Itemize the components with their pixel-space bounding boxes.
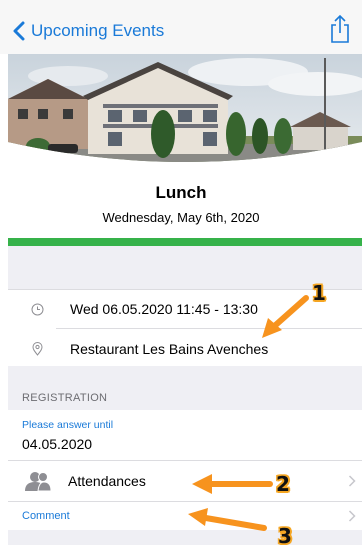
spacer-section bbox=[8, 246, 362, 290]
registration-header: REGISTRATION bbox=[22, 392, 108, 404]
comment-label: Comment bbox=[22, 510, 70, 522]
people-icon bbox=[25, 472, 52, 491]
event-date: Wednesday, May 6th, 2020 bbox=[102, 210, 260, 225]
back-button-label: Upcoming Events bbox=[31, 21, 165, 40]
attendances-label: Attendances bbox=[68, 473, 146, 489]
time-row: Wed 06.05.2020 11:45 - 13:30 bbox=[8, 289, 362, 329]
event-image bbox=[8, 54, 362, 167]
comment-row[interactable]: Comment bbox=[8, 502, 362, 530]
event-title: Lunch bbox=[155, 183, 207, 202]
attendances-row[interactable]: Attendances bbox=[8, 461, 362, 501]
share-icon[interactable] bbox=[328, 14, 352, 44]
event-time-range: Wed 06.05.2020 11:45 - 13:30 bbox=[70, 301, 258, 317]
answer-until-date: 04.05.2020 bbox=[22, 436, 93, 452]
clock-icon bbox=[30, 302, 44, 316]
answer-until-label: Please answer until bbox=[22, 419, 114, 431]
location-row[interactable]: Restaurant Les Bains Avenches bbox=[8, 329, 362, 369]
annotation-number-1: 1 bbox=[312, 281, 326, 305]
chevron-left-icon bbox=[13, 21, 25, 41]
event-location: Restaurant Les Bains Avenches bbox=[70, 341, 269, 357]
annotation-number-2: 2 bbox=[276, 472, 290, 496]
chevron-right-icon bbox=[348, 510, 356, 522]
annotation-number-3: 3 bbox=[278, 524, 292, 545]
navigation-bar: Upcoming Events bbox=[0, 0, 362, 54]
status-bar bbox=[8, 238, 362, 246]
back-button[interactable]: Upcoming Events bbox=[12, 18, 164, 44]
bottom-section bbox=[8, 530, 362, 545]
location-pin-icon bbox=[30, 342, 44, 356]
chevron-right-icon bbox=[348, 475, 356, 487]
